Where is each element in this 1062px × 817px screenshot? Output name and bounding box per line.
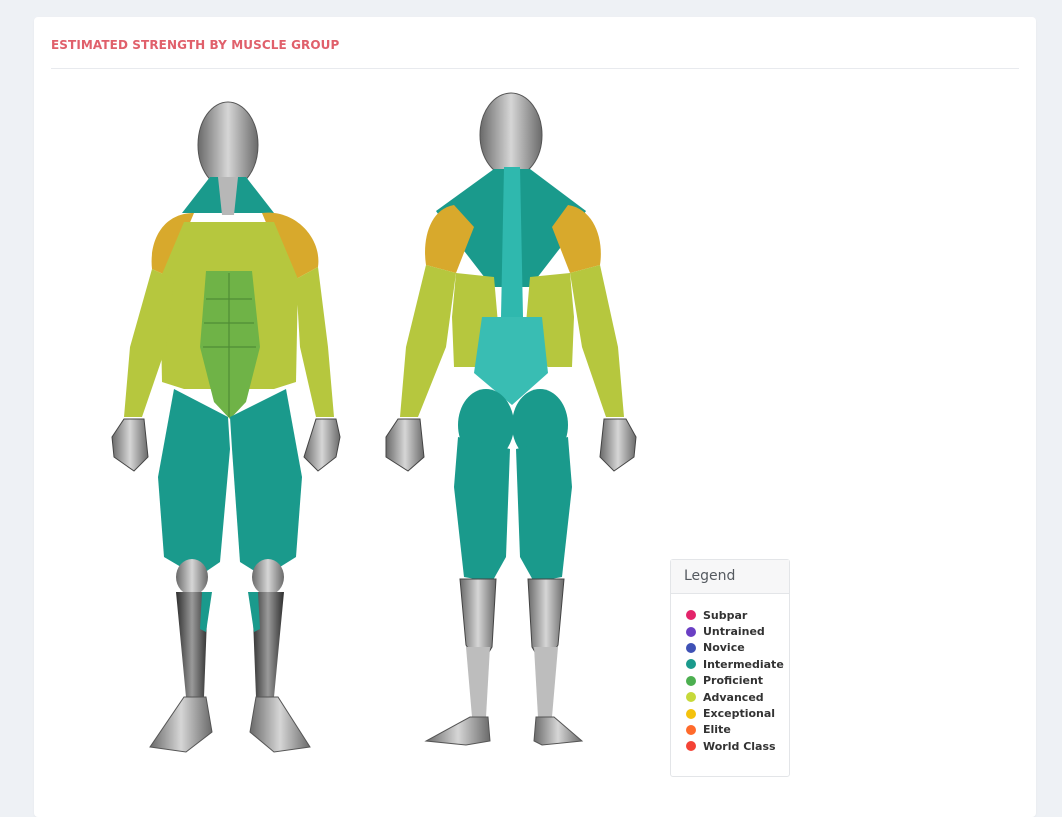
back-right-lower-leg	[534, 647, 558, 717]
legend-dot-icon	[686, 626, 696, 637]
legend-item-world-class: World Class	[686, 738, 789, 754]
front-left-quad	[158, 389, 230, 577]
back-left-hamstring	[454, 437, 510, 582]
front-right-knee	[252, 559, 284, 595]
front-right-arm	[296, 267, 334, 417]
legend-item-label: Exceptional	[703, 707, 776, 721]
legend-item-label: Elite	[703, 723, 731, 737]
front-left-hand	[111, 418, 149, 472]
front-head	[197, 101, 259, 189]
muscle-map	[111, 92, 637, 753]
legend-item-untrained: Untrained	[686, 623, 789, 639]
legend-dot-icon	[686, 642, 696, 653]
front-right-quad	[230, 389, 302, 577]
legend-panel: Legend Subpar Untrained Novice Intermediate…	[670, 559, 790, 777]
back-right-hand	[599, 418, 637, 472]
legend-dot-icon	[686, 724, 696, 735]
legend-item-label: Advanced	[703, 690, 764, 704]
legend-item-subpar: Subpar	[686, 607, 789, 623]
strength-card: ESTIMATED STRENGTH BY MUSCLE GROUP	[34, 17, 1036, 817]
legend-dot-icon	[686, 741, 696, 752]
back-right-hamstring	[516, 437, 572, 582]
legend-item-label: Novice	[703, 641, 745, 655]
back-body-figure	[385, 92, 637, 746]
back-left-foot	[424, 716, 491, 746]
legend-item-label: Proficient	[703, 674, 764, 688]
back-right-foot	[533, 716, 584, 746]
front-abs	[200, 271, 260, 419]
legend-item-label: Untrained	[703, 625, 765, 639]
legend-item-novice: Novice	[686, 640, 789, 656]
legend-dot-icon	[686, 692, 696, 703]
legend-dot-icon	[686, 610, 696, 621]
legend-list: Subpar Untrained Novice Intermediate Profici…	[671, 594, 789, 755]
legend-item-elite: Elite	[686, 722, 789, 738]
legend-item-exceptional: Exceptional	[686, 705, 789, 721]
legend-item-intermediate: Intermediate	[686, 656, 789, 672]
front-body-figure	[111, 101, 341, 753]
legend-title: Legend	[671, 560, 789, 594]
front-left-knee	[176, 559, 208, 595]
front-left-foot	[149, 696, 213, 753]
front-left-calf	[200, 592, 212, 632]
back-left-arm	[400, 265, 456, 417]
back-left-hand	[385, 418, 425, 472]
back-head	[479, 92, 543, 178]
legend-item-label: Subpar	[703, 608, 748, 622]
legend-item-proficient: Proficient	[686, 673, 789, 689]
legend-dot-icon	[686, 659, 696, 670]
legend-dot-icon	[686, 708, 696, 719]
back-right-arm	[570, 265, 624, 417]
legend-item-label: World Class	[703, 739, 776, 753]
legend-dot-icon	[686, 675, 696, 686]
front-right-hand	[303, 418, 341, 472]
legend-item-advanced: Advanced	[686, 689, 789, 705]
legend-item-label: Intermediate	[703, 657, 784, 671]
front-right-foot	[249, 696, 311, 753]
front-right-calf	[248, 592, 260, 632]
back-left-lower-leg	[466, 647, 490, 717]
